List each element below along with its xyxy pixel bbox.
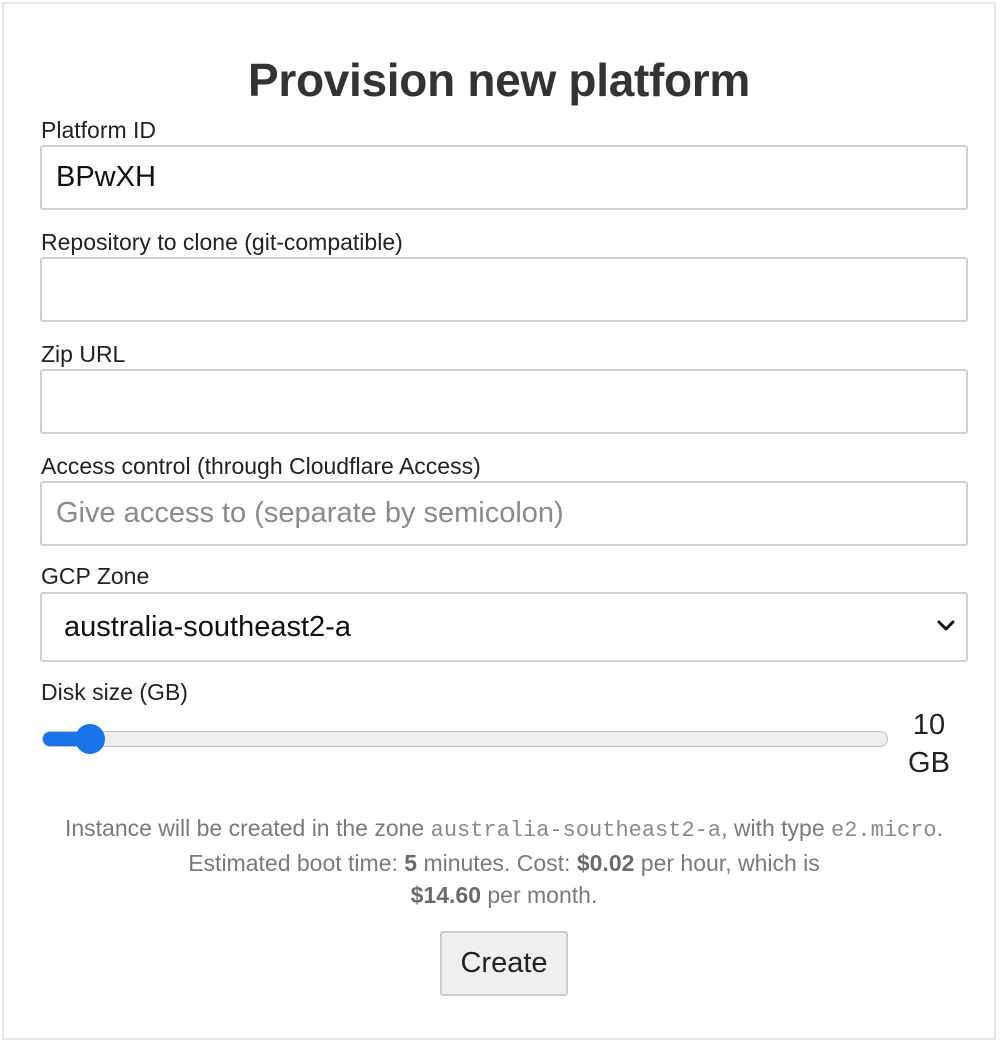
info-text: , with type xyxy=(721,815,832,841)
gcp-zone-select[interactable]: australia-southeast2-a xyxy=(40,592,968,662)
gcp-zone-label: GCP Zone xyxy=(41,563,150,589)
zip-url-label: Zip URL xyxy=(41,341,126,367)
info-text: per hour, which is xyxy=(634,850,820,876)
create-button[interactable]: Create xyxy=(440,931,568,996)
access-control-label: Access control (through Cloudflare Acces… xyxy=(41,453,481,479)
zip-url-input[interactable] xyxy=(40,369,968,434)
disk-size-unit: GB xyxy=(908,747,950,779)
info-zone: australia-southeast2-a xyxy=(430,818,722,843)
info-text: minutes. Cost: xyxy=(417,850,577,876)
repository-label: Repository to clone (git-compatible) xyxy=(41,229,403,255)
info-boot-time: 5 xyxy=(404,850,418,876)
access-control-input[interactable] xyxy=(40,481,968,546)
platform-id-label: Platform ID xyxy=(41,117,157,143)
info-monthly-cost: $14.60 xyxy=(410,882,481,908)
page-title: Provision new platform xyxy=(247,54,751,106)
form-container: Provision new platform Platform ID Repos… xyxy=(2,2,996,1040)
disk-size-value: 10 xyxy=(912,709,946,741)
disk-size-slider-track[interactable] xyxy=(42,731,888,747)
gcp-zone-selected-value: australia-southeast2-a xyxy=(64,611,351,643)
info-machine-type: e2.micro xyxy=(831,818,937,843)
info-text: Instance will be created in the zone xyxy=(64,815,431,841)
info-hourly-cost: $0.02 xyxy=(576,850,635,876)
chevron-down-icon xyxy=(937,620,955,631)
disk-size-slider-thumb[interactable] xyxy=(74,724,105,754)
instance-info-text: Instance will be created in the zone aus… xyxy=(44,812,964,911)
repository-input[interactable] xyxy=(40,257,968,322)
disk-size-label: Disk size (GB) xyxy=(41,679,188,705)
info-text: per month. xyxy=(481,882,598,908)
platform-id-input[interactable] xyxy=(40,145,968,210)
